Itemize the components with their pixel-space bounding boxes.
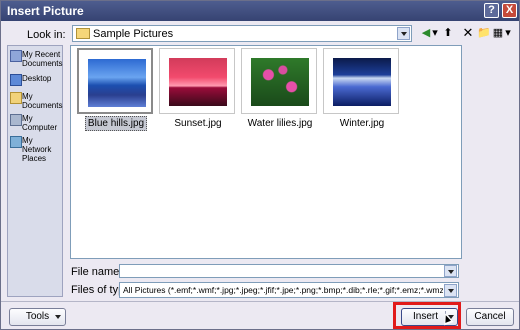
place-label: My Computer xyxy=(22,114,58,132)
help-button[interactable]: ? xyxy=(484,3,499,18)
thumbnail-frame xyxy=(77,48,153,114)
files-of-type-dropdown[interactable]: All Pictures (*.emf;*.wmf;*.jpg;*.jpeg;*… xyxy=(119,282,459,298)
folder-icon xyxy=(76,28,90,39)
sunset-thumbnail xyxy=(169,58,227,106)
place-recent-documents[interactable]: My Recent Documents xyxy=(10,50,64,70)
place-label: Desktop xyxy=(22,74,52,83)
chevron-down-icon[interactable] xyxy=(444,284,457,297)
winter-thumbnail xyxy=(333,58,391,106)
new-folder-icon[interactable]: 📁 xyxy=(477,26,491,40)
back-icon[interactable]: ◀ xyxy=(419,26,433,40)
title-bar: Insert Picture ? X xyxy=(1,1,519,21)
file-name: Winter.jpg xyxy=(339,118,385,129)
place-desktop[interactable]: Desktop xyxy=(10,74,64,86)
tools-label: Tools xyxy=(25,311,50,322)
dialog-title: Insert Picture xyxy=(7,4,84,18)
place-label: My Network Places xyxy=(22,136,52,163)
my-computer-icon xyxy=(10,114,22,126)
look-in-label: Look in: xyxy=(27,29,66,41)
cancel-button[interactable]: Cancel xyxy=(466,308,514,326)
chevron-down-icon[interactable] xyxy=(444,265,457,277)
tools-button[interactable]: Tools xyxy=(9,308,66,326)
water-lilies-thumbnail xyxy=(251,58,309,106)
file-item-winter[interactable]: Winter.jpg xyxy=(321,48,403,130)
my-documents-icon xyxy=(10,92,22,104)
delete-icon[interactable]: ✕ xyxy=(461,26,475,40)
place-label: My Documents xyxy=(22,92,63,110)
desktop-icon xyxy=(10,74,22,86)
files-of-type-value: All Pictures (*.emf;*.wmf;*.jpg;*.jpeg;*… xyxy=(123,285,443,295)
views-dropdown-icon[interactable]: ▾ xyxy=(505,26,511,40)
cancel-label: Cancel xyxy=(474,311,506,322)
file-list[interactable]: Blue hills.jpg Sunset.jpg Water lilies.j… xyxy=(70,45,462,259)
recent-documents-icon xyxy=(10,50,22,62)
file-name-field[interactable] xyxy=(119,264,459,278)
file-item-water-lilies[interactable]: Water lilies.jpg xyxy=(239,48,321,130)
place-label: My Recent Documents xyxy=(22,50,63,68)
file-name: Blue hills.jpg xyxy=(75,116,157,131)
chevron-down-icon xyxy=(55,315,61,319)
file-name: Water lilies.jpg xyxy=(247,118,313,129)
insert-picture-dialog: Insert Picture ? X Look in: Sample Pictu… xyxy=(0,0,520,330)
chevron-down-icon[interactable] xyxy=(397,27,410,40)
blue-hills-thumbnail xyxy=(88,59,146,107)
file-item-sunset[interactable]: Sunset.jpg xyxy=(157,48,239,130)
places-bar: My Recent Documents Desktop My Documents… xyxy=(7,45,63,297)
look-in-dropdown[interactable]: Sample Pictures xyxy=(72,25,412,42)
file-item-blue-hills[interactable]: Blue hills.jpg xyxy=(75,48,157,131)
file-name-label: File name: xyxy=(71,266,123,278)
place-network-places[interactable]: My Network Places xyxy=(10,136,64,163)
file-name: Sunset.jpg xyxy=(174,118,222,129)
place-my-documents[interactable]: My Documents xyxy=(10,92,64,112)
thumbnail-frame xyxy=(323,48,399,114)
thumbnail-frame xyxy=(241,48,317,114)
thumbnail-frame xyxy=(159,48,235,114)
look-in-value: Sample Pictures xyxy=(93,28,174,40)
views-icon[interactable]: ▦ xyxy=(491,26,505,40)
back-dropdown-icon[interactable]: ▾ xyxy=(432,26,438,40)
place-my-computer[interactable]: My Computer xyxy=(10,114,64,134)
network-places-icon xyxy=(10,136,22,148)
up-folder-icon[interactable]: ⬆ xyxy=(441,26,455,40)
close-button[interactable]: X xyxy=(502,3,517,18)
